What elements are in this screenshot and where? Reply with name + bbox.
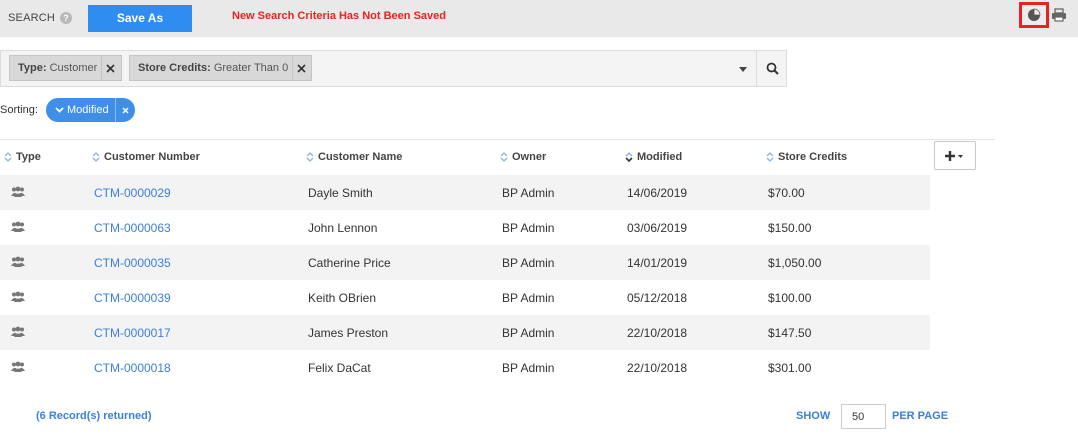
filter-chip-key: Type bbox=[18, 62, 43, 74]
store-credits-cell: $100.00 bbox=[768, 291, 812, 305]
customer-group-icon bbox=[11, 221, 25, 232]
pie-chart-button[interactable] bbox=[1019, 2, 1049, 28]
customer-number-link[interactable]: CTM-0000029 bbox=[94, 186, 171, 200]
column-header-customer-number[interactable]: Customer Number bbox=[92, 151, 200, 163]
owner-cell: BP Admin bbox=[502, 256, 555, 270]
customer-number-link[interactable]: CTM-0000039 bbox=[94, 291, 171, 305]
modified-cell: 22/10/2018 bbox=[627, 326, 688, 340]
column-header-type[interactable]: Type bbox=[4, 151, 41, 163]
modified-cell: 14/01/2019 bbox=[627, 256, 688, 270]
filter-chip-key: Store Credits bbox=[138, 62, 208, 74]
customer-number-link[interactable]: CTM-0000018 bbox=[94, 361, 171, 375]
records-count: (6 Record(s) returned) bbox=[36, 410, 152, 422]
customer-group-icon bbox=[11, 361, 25, 372]
search-button[interactable] bbox=[756, 51, 787, 86]
remove-filter-button[interactable] bbox=[101, 56, 119, 80]
sort-arrows-icon bbox=[92, 152, 100, 162]
store-credits-cell: $150.00 bbox=[768, 221, 812, 235]
remove-filter-button[interactable] bbox=[292, 56, 310, 80]
owner-cell: BP Admin bbox=[502, 326, 555, 340]
sort-pill-label: Modified bbox=[67, 104, 109, 116]
owner-cell: BP Admin bbox=[502, 291, 555, 305]
table-row[interactable]: CTM-0000035 Catherine Price BP Admin 14/… bbox=[0, 245, 930, 280]
table-row[interactable]: CTM-0000063 John Lennon BP Admin 03/06/2… bbox=[0, 210, 930, 245]
sort-pill-modified: Modified bbox=[46, 98, 135, 122]
close-icon bbox=[106, 63, 115, 73]
store-credits-cell: $147.50 bbox=[768, 326, 812, 340]
customer-name-cell: Catherine Price bbox=[308, 256, 391, 270]
column-header-customer-name[interactable]: Customer Name bbox=[306, 151, 402, 163]
modified-cell: 22/10/2018 bbox=[627, 361, 688, 375]
customer-number-link[interactable]: CTM-0000035 bbox=[94, 256, 171, 270]
customer-group-icon bbox=[11, 186, 25, 197]
show-label: SHOW bbox=[796, 410, 831, 422]
filter-bar[interactable]: Type: Customer Store Credits: Greater Th… bbox=[0, 50, 787, 87]
pie-chart-icon bbox=[1028, 8, 1041, 21]
column-header-modified[interactable]: Modified bbox=[625, 151, 682, 163]
filter-dropdown-caret-icon[interactable] bbox=[739, 67, 747, 72]
table-row[interactable]: CTM-0000039 Keith OBrien BP Admin 05/12/… bbox=[0, 280, 930, 315]
store-credits-cell: $1,050.00 bbox=[768, 256, 822, 270]
print-icon[interactable] bbox=[1051, 8, 1067, 22]
per-page-label: PER PAGE bbox=[892, 410, 949, 422]
sort-arrows-icon bbox=[766, 152, 774, 162]
help-icon[interactable]: ? bbox=[60, 12, 72, 24]
modified-cell: 14/06/2019 bbox=[627, 186, 688, 200]
column-header-owner[interactable]: Owner bbox=[500, 151, 546, 163]
plus-dropdown-icon bbox=[945, 150, 963, 161]
table-row[interactable]: CTM-0000017 James Preston BP Admin 22/10… bbox=[0, 315, 930, 350]
customer-number-link[interactable]: CTM-0000063 bbox=[94, 221, 171, 235]
customer-name-cell: Felix DaCat bbox=[308, 361, 371, 375]
save-as-button[interactable]: Save As bbox=[88, 5, 192, 32]
owner-cell: BP Admin bbox=[502, 186, 555, 200]
owner-cell: BP Admin bbox=[502, 221, 555, 235]
customer-name-cell: Dayle Smith bbox=[308, 186, 373, 200]
store-credits-cell: $301.00 bbox=[768, 361, 812, 375]
remove-sort-button[interactable] bbox=[115, 98, 135, 122]
sort-direction-toggle[interactable]: Modified bbox=[46, 98, 115, 122]
sorting-label: Sorting: bbox=[0, 104, 38, 116]
add-column-button[interactable] bbox=[934, 141, 976, 170]
modified-cell: 03/06/2019 bbox=[627, 221, 688, 235]
sort-arrows-icon bbox=[625, 152, 633, 163]
close-icon bbox=[297, 63, 306, 73]
table-body: CTM-0000029 Dayle Smith BP Admin 14/06/2… bbox=[0, 175, 930, 385]
customer-name-cell: Keith OBrien bbox=[308, 291, 377, 305]
unsaved-warning: New Search Criteria Has Not Been Saved bbox=[232, 10, 446, 22]
customer-name-cell: John Lennon bbox=[308, 221, 378, 235]
column-header-store-credits[interactable]: Store Credits bbox=[766, 151, 847, 163]
close-icon bbox=[122, 106, 129, 114]
customer-group-icon bbox=[11, 326, 25, 337]
page-size-input[interactable] bbox=[841, 404, 886, 429]
table-row[interactable]: CTM-0000018 Felix DaCat BP Admin 22/10/2… bbox=[0, 350, 930, 385]
sort-arrows-icon bbox=[4, 152, 12, 162]
table-header: Type Customer Number Customer Name Owner… bbox=[0, 140, 930, 175]
search-title: SEARCH bbox=[8, 12, 56, 24]
filter-chip-type: Type: Customer bbox=[9, 55, 122, 81]
store-credits-cell: $70.00 bbox=[768, 186, 805, 200]
filter-chip-value: Customer bbox=[49, 62, 98, 74]
filter-chip-store-credits: Store Credits: Greater Than 0 bbox=[129, 55, 312, 81]
chevron-down-icon bbox=[55, 107, 64, 113]
search-icon bbox=[766, 62, 779, 75]
customer-group-icon bbox=[11, 291, 25, 302]
sort-arrows-icon bbox=[306, 152, 314, 162]
filter-chip-value: Greater Than 0 bbox=[213, 62, 289, 74]
modified-cell: 05/12/2018 bbox=[627, 291, 688, 305]
owner-cell: BP Admin bbox=[502, 361, 555, 375]
top-toolbar: SEARCH ? Save As New Search Criteria Has… bbox=[0, 0, 1078, 37]
customer-number-link[interactable]: CTM-0000017 bbox=[94, 326, 171, 340]
customer-group-icon bbox=[11, 256, 25, 267]
sort-arrows-icon bbox=[500, 152, 508, 162]
customer-name-cell: James Preston bbox=[308, 326, 389, 340]
table-row[interactable]: CTM-0000029 Dayle Smith BP Admin 14/06/2… bbox=[0, 175, 930, 210]
